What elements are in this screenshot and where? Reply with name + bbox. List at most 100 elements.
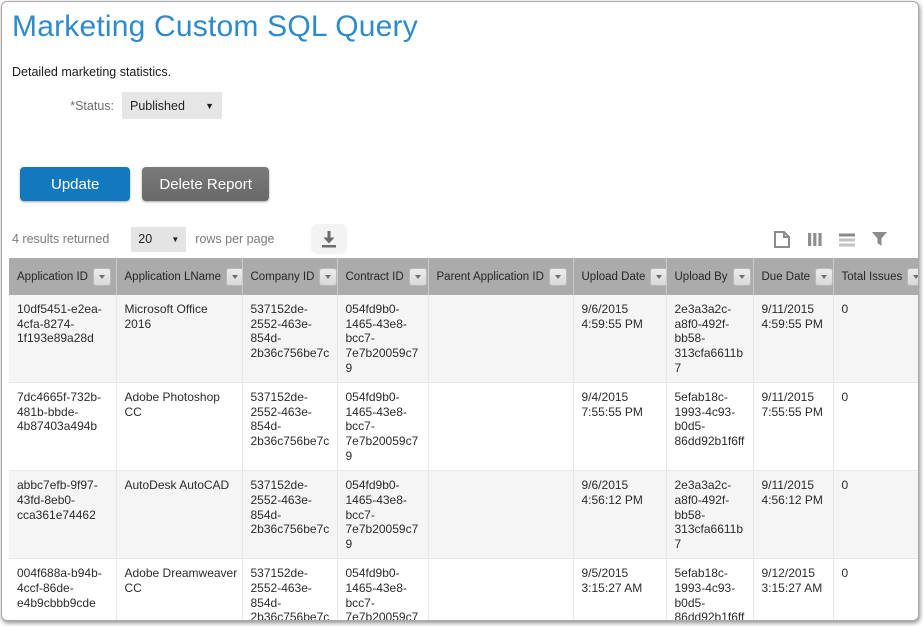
- cell-company-id: 537152de-2552-463e-854d-2b36c756be7c: [242, 295, 337, 383]
- column-label: Application LName: [125, 271, 222, 283]
- table-row: 7dc4665f-732b-481b-bbde-4b87403a494b Ado…: [9, 383, 918, 471]
- column-menu-button[interactable]: [319, 268, 337, 286]
- download-icon: [318, 229, 340, 249]
- column-label: Parent Application ID: [437, 271, 544, 283]
- column-menu-button[interactable]: [549, 268, 567, 286]
- cell-due-date: 9/11/2015 7:55:55 PM: [753, 383, 833, 471]
- download-button[interactable]: [311, 224, 347, 254]
- column-header-application-lname[interactable]: Application LName: [116, 258, 242, 295]
- column-menu-button[interactable]: [93, 268, 111, 286]
- page-title: Marketing Custom SQL Query: [12, 10, 918, 44]
- cell-parent-application-id: [428, 471, 573, 559]
- column-menu-button[interactable]: [650, 268, 666, 286]
- column-header-application-id[interactable]: Application ID: [9, 258, 116, 295]
- cell-application-lname: Adobe Dreamweaver CC: [116, 559, 242, 621]
- cell-parent-application-id: [428, 295, 573, 383]
- cell-upload-date: 9/4/2015 7:55:55 PM: [573, 383, 666, 471]
- document-icon[interactable]: [772, 230, 792, 249]
- column-header-total-issues[interactable]: Total Issues: [833, 258, 918, 295]
- column-header-parent-application-id[interactable]: Parent Application ID: [428, 258, 573, 295]
- cell-upload-date: 9/5/2015 3:15:27 AM: [573, 559, 666, 621]
- cell-application-id: 7dc4665f-732b-481b-bbde-4b87403a494b: [9, 383, 116, 471]
- cell-upload-by: 2e3a3a2c-a8f0-492f-bb58-313cfa6611b7: [666, 295, 753, 383]
- cell-application-id: 004f688a-b94b-4ccf-86de-e4b9cbbb9cde: [9, 559, 116, 621]
- cell-company-id: 537152de-2552-463e-854d-2b36c756be7c: [242, 471, 337, 559]
- columns-icon[interactable]: [807, 231, 823, 248]
- column-menu-button[interactable]: [907, 268, 918, 286]
- chevron-down-icon: [555, 275, 561, 279]
- cell-application-id: 10df5451-e2ea-4cfa-8274-1f193e89a28d: [9, 295, 116, 383]
- cell-total-issues: 0: [833, 383, 918, 471]
- column-label: Upload Date: [582, 271, 646, 283]
- grid-view-controls: [772, 230, 888, 249]
- page-description: Detailed marketing statistics.: [12, 65, 918, 79]
- cell-company-id: 537152de-2552-463e-854d-2b36c756be7c: [242, 559, 337, 621]
- cell-upload-by: 5efab18c-1993-4c93-b0d5-86dd92b1f6ff: [666, 559, 753, 621]
- cell-parent-application-id: [428, 383, 573, 471]
- status-field-row: *Status: Published ▼: [2, 92, 918, 119]
- column-header-upload-date[interactable]: Upload Date: [573, 258, 666, 295]
- column-menu-button[interactable]: [815, 268, 833, 286]
- cell-application-lname: Microsoft Office 2016: [116, 295, 242, 383]
- column-header-upload-by[interactable]: Upload By: [666, 258, 753, 295]
- cell-contract-id: 054fd9b0-1465-43e8-bcc7-7e7b20059c79: [337, 559, 428, 621]
- column-label: Due Date: [762, 271, 811, 283]
- column-menu-button[interactable]: [409, 268, 427, 286]
- chevron-down-icon: ▼: [171, 235, 179, 244]
- cell-due-date: 9/12/2015 3:15:27 AM: [753, 559, 833, 621]
- cell-total-issues: 0: [833, 559, 918, 621]
- rows-per-page-value: 20: [138, 232, 152, 246]
- cell-application-id: abbc7efb-9f97-43fd-8eb0-cca361e74462: [9, 471, 116, 559]
- chevron-down-icon: [99, 275, 105, 279]
- cell-company-id: 537152de-2552-463e-854d-2b36c756be7c: [242, 383, 337, 471]
- results-grid: Application ID Application LName Company…: [9, 258, 911, 621]
- cell-upload-date: 9/6/2015 4:59:55 PM: [573, 295, 666, 383]
- cell-upload-by: 5efab18c-1993-4c93-b0d5-86dd92b1f6ff: [666, 383, 753, 471]
- results-count: 4 results returned: [12, 232, 109, 246]
- status-select[interactable]: Published ▼: [122, 92, 222, 119]
- table-row: 004f688a-b94b-4ccf-86de-e4b9cbbb9cde Ado…: [9, 559, 918, 621]
- table-row: 10df5451-e2ea-4cfa-8274-1f193e89a28d Mic…: [9, 295, 918, 383]
- column-header-company-id[interactable]: Company ID: [242, 258, 337, 295]
- column-label: Application ID: [17, 271, 88, 283]
- delete-report-button[interactable]: Delete Report: [142, 167, 269, 201]
- column-label: Contract ID: [346, 271, 404, 283]
- cell-due-date: 9/11/2015 4:59:55 PM: [753, 295, 833, 383]
- column-label: Company ID: [251, 271, 315, 283]
- cell-upload-date: 9/6/2015 4:56:12 PM: [573, 471, 666, 559]
- status-label: *Status:: [2, 99, 114, 113]
- column-menu-button[interactable]: [733, 268, 751, 286]
- chevron-down-icon: [913, 275, 918, 279]
- chevron-down-icon: [325, 275, 331, 279]
- cell-total-issues: 0: [833, 471, 918, 559]
- rows-per-page-select[interactable]: 20 ▼: [131, 227, 186, 252]
- cell-application-lname: Adobe Photoshop CC: [116, 383, 242, 471]
- status-select-value: Published: [130, 99, 185, 113]
- rows-per-page-label: rows per page: [195, 232, 274, 246]
- column-label: Total Issues: [842, 271, 903, 283]
- filter-icon[interactable]: [871, 230, 888, 248]
- cell-application-lname: AutoDesk AutoCAD: [116, 471, 242, 559]
- column-label: Upload By: [675, 271, 728, 283]
- grid-toolbar: 4 results returned 20 ▼ rows per page: [2, 224, 918, 254]
- cell-contract-id: 054fd9b0-1465-43e8-bcc7-7e7b20059c79: [337, 471, 428, 559]
- chevron-down-icon: [656, 275, 662, 279]
- column-menu-button[interactable]: [226, 268, 242, 286]
- rows-icon[interactable]: [838, 231, 856, 248]
- action-buttons: Update Delete Report: [20, 167, 918, 201]
- column-header-due-date[interactable]: Due Date: [753, 258, 833, 295]
- update-button[interactable]: Update: [20, 167, 130, 201]
- chevron-down-icon: [821, 275, 827, 279]
- column-header-contract-id[interactable]: Contract ID: [337, 258, 428, 295]
- cell-contract-id: 054fd9b0-1465-43e8-bcc7-7e7b20059c79: [337, 295, 428, 383]
- chevron-down-icon: ▼: [205, 101, 214, 111]
- table-row: abbc7efb-9f97-43fd-8eb0-cca361e74462 Aut…: [9, 471, 918, 559]
- chevron-down-icon: [415, 275, 421, 279]
- cell-upload-by: 2e3a3a2c-a8f0-492f-bb58-313cfa6611b7: [666, 471, 753, 559]
- report-page: Marketing Custom SQL Query Detailed mark…: [1, 1, 919, 621]
- grid-header-row: Application ID Application LName Company…: [9, 258, 918, 295]
- chevron-down-icon: [232, 275, 238, 279]
- cell-due-date: 9/11/2015 4:56:12 PM: [753, 471, 833, 559]
- cell-contract-id: 054fd9b0-1465-43e8-bcc7-7e7b20059c79: [337, 383, 428, 471]
- cell-parent-application-id: [428, 559, 573, 621]
